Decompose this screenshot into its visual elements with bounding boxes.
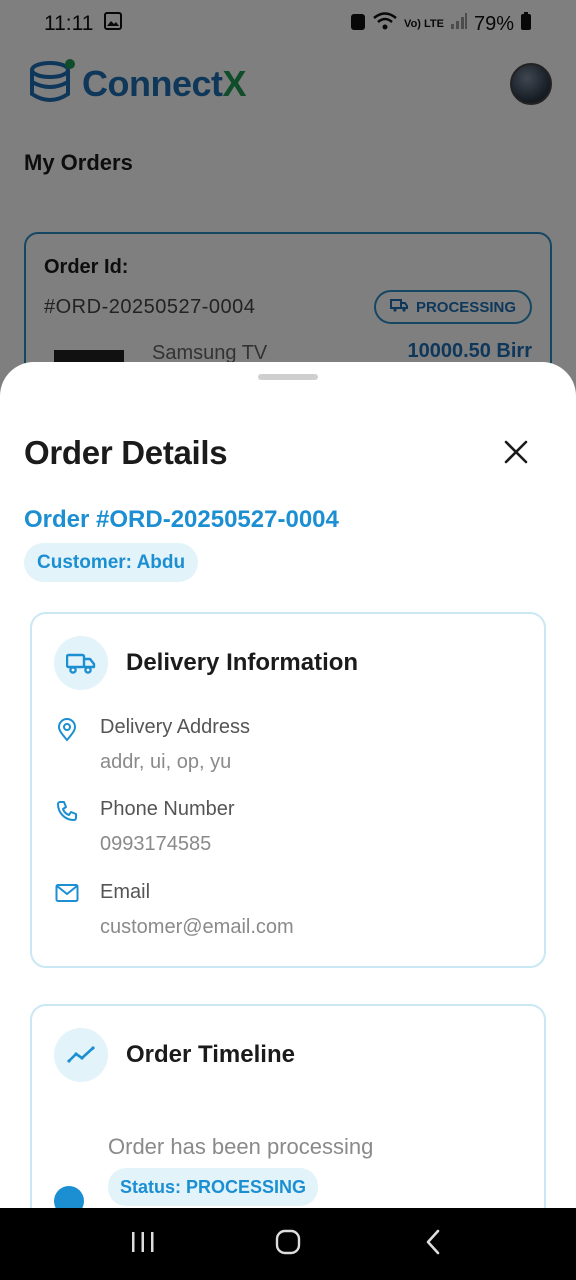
email-row: Email customer@email.com <box>54 881 294 939</box>
trending-icon <box>54 1028 108 1082</box>
timeline-title: Order Timeline <box>126 1041 295 1068</box>
order-number: Order #ORD-20250527-0004 <box>24 506 339 533</box>
system-navigation-bar <box>0 1208 576 1280</box>
email-value: customer@email.com <box>100 916 294 938</box>
back-button[interactable] <box>403 1214 463 1274</box>
timeline-dot <box>54 1186 84 1208</box>
phone-row: Phone Number 0993174585 <box>54 798 235 856</box>
recent-apps-icon <box>130 1230 156 1259</box>
address-label: Delivery Address <box>100 716 251 738</box>
customer-chip: Customer: Abdu <box>24 543 199 582</box>
email-label: Email <box>100 881 151 903</box>
delivery-truck-icon <box>54 636 108 690</box>
phone-value: 0993174585 <box>100 833 212 855</box>
close-button[interactable] <box>496 434 536 474</box>
sheet-title: Order Details <box>24 434 228 471</box>
recent-apps-button[interactable] <box>113 1214 173 1274</box>
phone-icon <box>54 798 80 824</box>
address-value: addr, ui, op, yu <box>100 751 232 773</box>
delivery-info-card: Delivery Information Delivery Address ad… <box>30 612 546 968</box>
home-icon <box>275 1229 301 1260</box>
home-button[interactable] <box>258 1214 318 1274</box>
delivery-info-title: Delivery Information <box>126 649 359 676</box>
order-details-sheet: Order Details Order #ORD-20250527-0004 C… <box>0 362 576 1208</box>
order-timeline-card: Order Timeline Order has been processing… <box>30 1004 546 1208</box>
mail-icon <box>54 881 80 907</box>
location-pin-icon <box>54 716 80 742</box>
phone-label: Phone Number <box>100 798 235 820</box>
drag-handle[interactable] <box>258 374 318 380</box>
delivery-address-row: Delivery Address addr, ui, op, yu <box>54 716 250 774</box>
close-icon <box>503 439 529 470</box>
timeline-status-chip: Status: PROCESSING <box>108 1168 319 1206</box>
back-icon <box>424 1229 442 1260</box>
timeline-event-text: Order has been processing <box>108 1134 374 1159</box>
